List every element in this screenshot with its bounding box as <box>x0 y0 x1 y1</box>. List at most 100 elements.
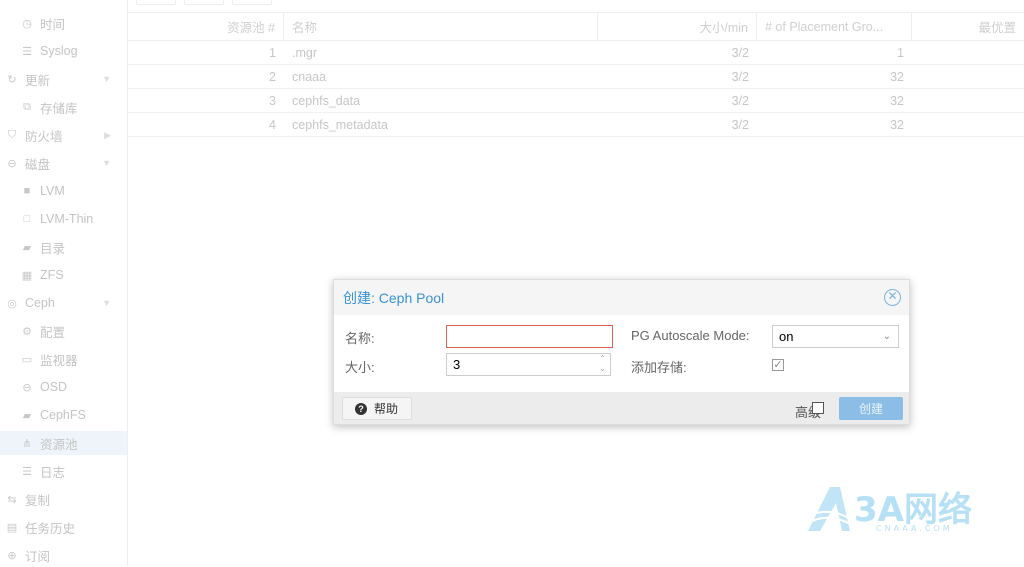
copy-icon: ⧉ <box>23 100 31 113</box>
clock-icon: ◷ <box>22 17 32 30</box>
add-storage-label: 添加存储: <box>631 360 687 375</box>
sitemap-icon: ⋔ <box>22 437 32 450</box>
chevron-icon[interactable]: ▶ <box>104 130 111 141</box>
size-spinner[interactable]: 3 ⌃ ⌄ <box>446 353 611 376</box>
col-size[interactable]: 大小/min <box>598 13 757 40</box>
table-cell: 32 <box>890 117 904 132</box>
sidebar-item-label: LVM-Thin <box>40 212 94 226</box>
advanced-checkbox[interactable] <box>812 402 824 414</box>
spinner-icon[interactable]: ⌃ ⌄ <box>599 354 606 374</box>
autoscale-select[interactable]: on ⌄ <box>772 325 899 348</box>
sidebar-item-label: LVM <box>40 184 65 198</box>
name-label: 名称: <box>345 331 375 346</box>
retweet-icon: ⇆ <box>7 493 17 506</box>
sidebar-item-label: 存储库 <box>40 101 78 116</box>
table-cell: 32 <box>890 69 904 84</box>
sidebar-item[interactable]: ⚙ 配置 <box>0 319 127 343</box>
col-pg[interactable]: # of Placement Gro... <box>757 13 912 40</box>
table-row[interactable]: 4 cephfs_metadata 3/2 32 <box>128 113 1024 137</box>
sidebar-item-label: 任务历史 <box>25 521 76 536</box>
name-input[interactable] <box>446 325 613 348</box>
table-row[interactable]: 1 .mgr 3/2 1 <box>128 41 1024 65</box>
sidebar-item[interactable]: ▤ 任务历史 <box>0 515 127 539</box>
col-name[interactable]: 名称 <box>284 13 598 40</box>
table-cell: 3/2 <box>731 117 749 132</box>
col-pool-id[interactable]: 资源池 # <box>128 13 284 40</box>
sidebar-item[interactable]: ⊖ 磁盘 ▼ <box>0 151 127 175</box>
sidebar-item[interactable]: □ LVM-Thin <box>0 207 127 231</box>
sidebar-item[interactable]: ⋔ 资源池 <box>0 431 127 455</box>
sidebar-item-label: CephFS <box>40 408 86 422</box>
sidebar-item-label: 配置 <box>40 325 66 340</box>
sidebar-item[interactable]: ◎ Ceph ▼ <box>0 291 127 315</box>
sidebar-item[interactable]: ⊖ OSD <box>0 375 127 399</box>
list-icon: ☰ <box>22 45 32 58</box>
sidebar-item[interactable]: ☰ Syslog <box>0 39 127 63</box>
chevron-icon[interactable]: ▼ <box>102 158 111 168</box>
question-icon: ? <box>355 402 367 415</box>
sidebar: ◷ 时间 ☰ Syslog ↻ 更新 ▼ ⧉ 存储库 ⛉ 防火墙 ▶ ⊖ 磁盘 ▼ ■ LVM □ LVM-Thin… <box>0 0 128 566</box>
size-value: 3 <box>453 357 461 372</box>
chevron-down-icon: ⌄ <box>882 331 891 342</box>
shield-icon: ⛉ <box>7 128 17 141</box>
table-cell: 4 <box>269 117 276 132</box>
sidebar-item-label: 复制 <box>25 493 51 508</box>
create-button[interactable]: 创建 <box>839 397 903 420</box>
sidebar-item-label: OSD <box>40 380 68 394</box>
hdd-icon: ⊖ <box>22 381 32 394</box>
toolbar-button[interactable] <box>232 0 272 5</box>
table-row[interactable]: 3 cephfs_data 3/2 32 <box>128 89 1024 113</box>
square-outline-icon: □ <box>23 213 31 225</box>
sidebar-item[interactable]: ⊕ 订阅 <box>0 543 127 567</box>
table-cell <box>912 113 1024 136</box>
sidebar-item[interactable]: ▭ 监视器 <box>0 347 127 371</box>
sidebar-item-label: 时间 <box>40 17 66 32</box>
size-label: 大小: <box>345 360 375 375</box>
toolbar-button[interactable] <box>136 0 176 5</box>
sidebar-item-label: Ceph <box>25 296 55 310</box>
sidebar-item[interactable]: ↻ 更新 ▼ <box>0 67 127 91</box>
list-alt-icon: ▤ <box>6 521 18 534</box>
table-cell <box>912 65 1024 88</box>
toolbar-button[interactable] <box>184 0 224 5</box>
chevron-icon[interactable]: ▼ <box>102 298 111 308</box>
table-cell: 3/2 <box>731 93 749 108</box>
help-label: 帮助 <box>374 402 399 416</box>
sidebar-item[interactable]: ⛉ 防火墙 ▶ <box>0 123 127 147</box>
autoscale-value: on <box>779 329 794 344</box>
sidebar-item[interactable]: ⧉ 存储库 <box>0 95 127 119</box>
sidebar-item[interactable]: ▰ CephFS <box>0 403 127 427</box>
support-icon: ⊕ <box>7 549 17 562</box>
sidebar-item[interactable]: ◷ 时间 <box>0 11 127 35</box>
table-cell <box>912 89 1024 112</box>
table-header: 资源池 # 名称 大小/min # of Placement Gro... 最优… <box>128 12 1024 41</box>
sidebar-item[interactable]: ▦ ZFS <box>0 263 127 287</box>
svg-text:CNAAA.COM: CNAAA.COM <box>876 524 953 533</box>
sidebar-item-label: 磁盘 <box>25 157 51 172</box>
chevron-icon[interactable]: ▼ <box>102 74 111 84</box>
add-storage-checkbox[interactable]: ✓ <box>772 359 784 371</box>
col-optimal[interactable]: 最优置 <box>912 13 1024 40</box>
table-cell: 3/2 <box>731 69 749 84</box>
table-cell: cnaaa <box>292 69 327 84</box>
table-cell <box>912 41 1024 64</box>
help-button[interactable]: ? 帮助 <box>342 397 412 420</box>
table-cell: cephfs_data <box>292 93 361 108</box>
close-icon[interactable]: ✕ <box>884 289 901 306</box>
table-cell: 1 <box>897 45 904 60</box>
sidebar-item[interactable]: ⇆ 复制 <box>0 487 127 511</box>
sidebar-item[interactable]: ▰ 目录 <box>0 235 127 259</box>
desktop-icon: ▭ <box>21 353 33 366</box>
list-icon: ☰ <box>22 465 32 478</box>
table-row[interactable]: 2 cnaaa 3/2 32 <box>128 65 1024 89</box>
create-pool-dialog: 创建: Ceph Pool ✕ 名称: 大小: 3 ⌃ ⌄ PG Autoscale… <box>333 279 910 425</box>
sidebar-item[interactable]: ■ LVM <box>0 179 127 203</box>
grid-icon: ▦ <box>21 269 33 282</box>
gear-icon: ⚙ <box>22 325 32 338</box>
watermark-logo: 3A网络 CNAAA.COM <box>808 487 972 533</box>
sidebar-item[interactable]: ☰ 日志 <box>0 459 127 483</box>
sidebar-item-label: 资源池 <box>40 437 78 452</box>
table-cell: 3/2 <box>731 45 749 60</box>
sidebar-item-label: Syslog <box>40 44 78 58</box>
table-cell: 32 <box>890 93 904 108</box>
